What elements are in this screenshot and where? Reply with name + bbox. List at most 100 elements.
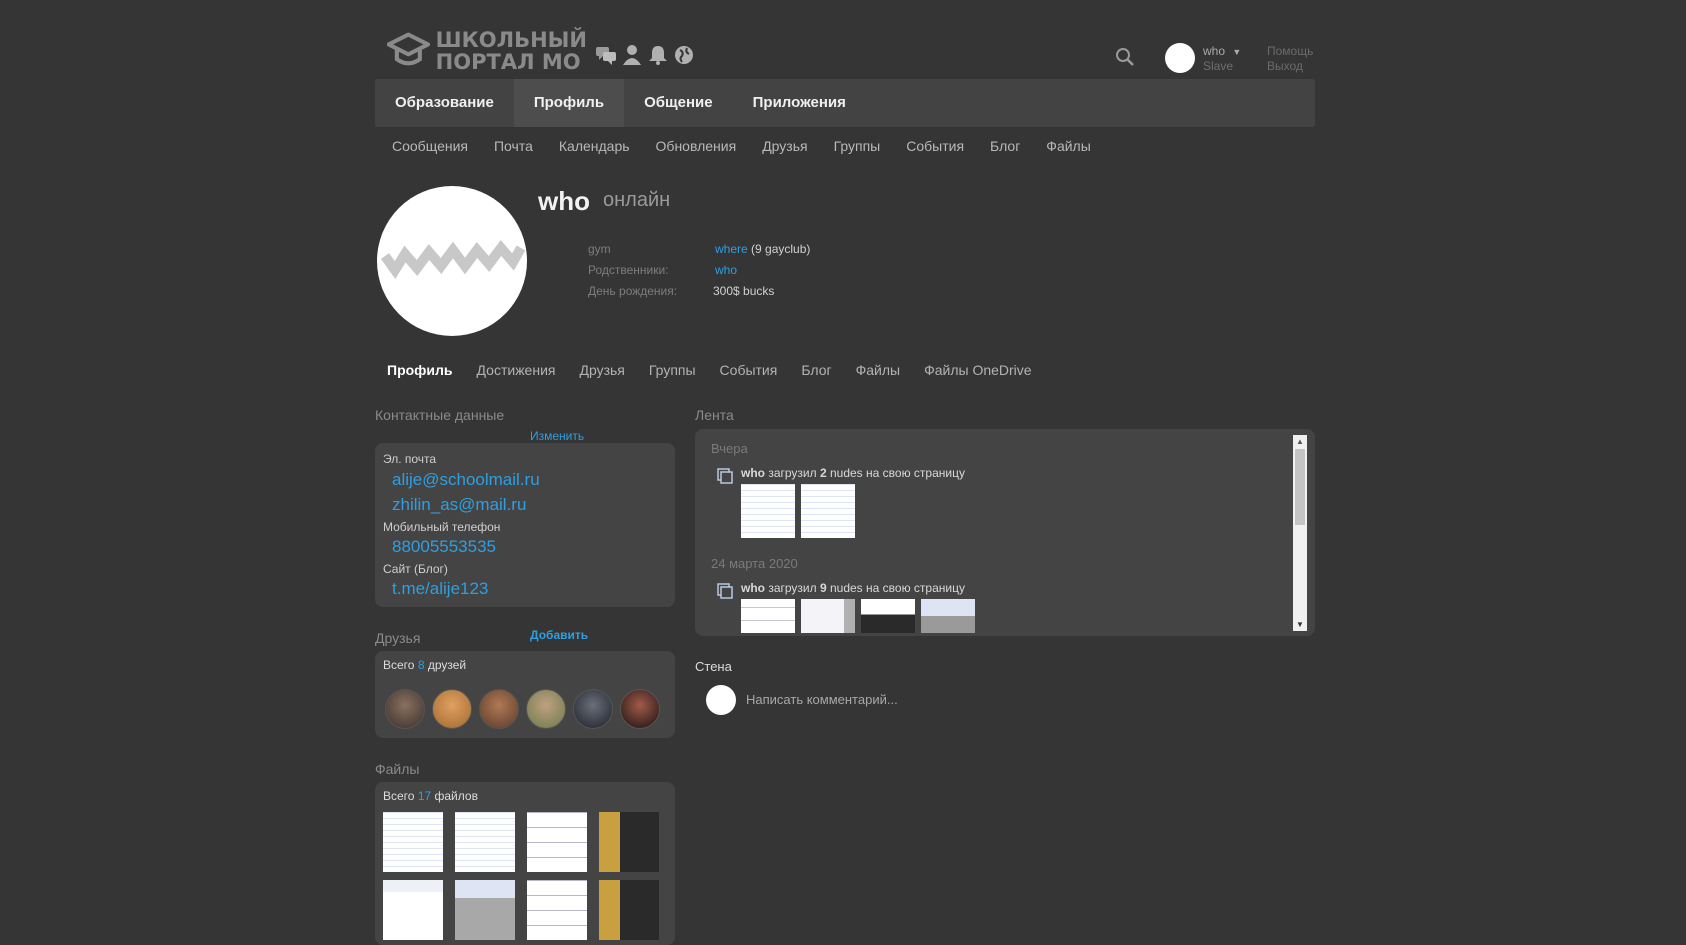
feed-thumbnail[interactable] <box>801 484 855 538</box>
user-avatar[interactable] <box>1165 43 1195 73</box>
feed-entry-text: who загрузил 9 nudes на свою страницу <box>741 581 965 595</box>
site-logo[interactable]: ШКОЛЬНЫЙ ПОРТАЛ МО <box>387 26 587 76</box>
logo-line1: ШКОЛЬНЫЙ <box>435 28 587 52</box>
logout-link[interactable]: Выход <box>1267 59 1303 73</box>
info-link-where[interactable]: where <box>715 242 748 256</box>
info-key: Родственники: <box>588 263 669 277</box>
comment-input[interactable] <box>746 692 1146 707</box>
phone-link[interactable]: 88005553535 <box>392 537 496 557</box>
tab-profile[interactable]: Профиль <box>375 362 465 378</box>
main-nav-communication[interactable]: Общение <box>624 79 733 127</box>
feed-thumbnail[interactable] <box>861 599 915 633</box>
tab-blog[interactable]: Блог <box>789 362 843 378</box>
tab-groups[interactable]: Группы <box>637 362 708 378</box>
add-friend-button[interactable]: Добавить <box>530 628 588 642</box>
profile-status: онлайн <box>603 189 671 211</box>
file-thumbnail[interactable] <box>527 880 587 940</box>
contacts-title: Контактные данные <box>375 407 505 423</box>
feed-date: Вчера <box>711 441 748 456</box>
bell-icon[interactable] <box>647 44 669 66</box>
file-thumbnail[interactable] <box>383 812 443 872</box>
subnav-mail[interactable]: Почта <box>494 138 533 154</box>
friend-avatar[interactable] <box>620 689 660 729</box>
profile-tabs: Профиль Достижения Друзья Группы События… <box>375 362 1044 378</box>
friend-avatar[interactable] <box>385 689 425 729</box>
user-menu[interactable]: who ▼ <box>1203 44 1241 58</box>
subnav-groups[interactable]: Группы <box>834 138 881 154</box>
feed-thumbnail[interactable] <box>741 484 795 538</box>
feed-thumbnail[interactable] <box>921 599 975 633</box>
user-role: Slave <box>1203 59 1234 73</box>
subnav-messages[interactable]: Сообщения <box>392 138 468 154</box>
comment-avatar <box>706 685 736 715</box>
site-label: Сайт (Блог) <box>383 562 448 576</box>
tab-friends[interactable]: Друзья <box>567 362 636 378</box>
help-link[interactable]: Помощь <box>1267 44 1313 58</box>
file-thumbnail[interactable] <box>383 880 443 940</box>
file-thumbnail[interactable] <box>455 880 515 940</box>
profile-name: who <box>538 186 590 216</box>
subnav-updates[interactable]: Обновления <box>656 138 737 154</box>
wall-title: Стена <box>695 659 732 674</box>
profile-avatar[interactable] <box>377 186 527 336</box>
files-title: Файлы <box>375 761 420 777</box>
feed-thumbnail[interactable] <box>741 599 795 633</box>
tab-achievements[interactable]: Достижения <box>465 362 568 378</box>
file-thumbnail[interactable] <box>599 880 659 940</box>
feed-title: Лента <box>695 407 734 423</box>
user-icon[interactable] <box>621 44 643 66</box>
feed-scrollbar[interactable]: ▲ ▼ <box>1293 435 1307 631</box>
graduation-cap-icon <box>387 32 430 66</box>
main-nav-profile[interactable]: Профиль <box>513 79 625 127</box>
file-thumbnail[interactable] <box>455 812 515 872</box>
feed-panel: Вчера who загрузил 2 nudes на свою стран… <box>695 429 1315 636</box>
contacts-edit-link[interactable]: Изменить <box>530 429 584 443</box>
chat-icon[interactable] <box>595 44 617 66</box>
subnav-events[interactable]: События <box>906 138 964 154</box>
friends-title: Друзья <box>375 630 421 646</box>
scroll-down-icon[interactable]: ▼ <box>1296 620 1304 629</box>
main-nav-education[interactable]: Образование <box>375 79 514 127</box>
files-panel: Всего 17 файлов <box>375 782 675 945</box>
main-nav-apps[interactable]: Приложения <box>733 79 866 127</box>
site-link[interactable]: t.me/alije123 <box>392 579 488 599</box>
friend-avatar[interactable] <box>432 689 472 729</box>
friends-count-link[interactable]: 8 <box>418 658 425 672</box>
contacts-panel: Эл. почта alije@schoolmail.ru zhilin_as@… <box>375 443 675 607</box>
subnav-calendar[interactable]: Календарь <box>559 138 630 154</box>
subnav-files[interactable]: Файлы <box>1046 138 1090 154</box>
chevron-down-icon: ▼ <box>1232 47 1242 57</box>
search-icon[interactable] <box>1114 46 1136 68</box>
scroll-up-icon[interactable]: ▲ <box>1296 437 1304 446</box>
zigzag-image <box>380 240 526 279</box>
files-total: Всего 17 файлов <box>383 789 478 803</box>
email-label: Эл. почта <box>383 452 437 466</box>
feed-user-link[interactable]: who <box>741 466 765 480</box>
tab-events[interactable]: События <box>708 362 790 378</box>
friend-avatar[interactable] <box>479 689 519 729</box>
friend-avatar[interactable] <box>526 689 566 729</box>
subnav-friends[interactable]: Друзья <box>762 138 807 154</box>
globe-icon[interactable] <box>673 44 695 66</box>
file-thumbnail[interactable] <box>527 812 587 872</box>
friends-total: Всего 8 друзей <box>383 658 467 672</box>
tab-files[interactable]: Файлы <box>844 362 912 378</box>
phone-label: Мобильный телефон <box>383 520 501 534</box>
feed-content: Вчера who загрузил 2 nudes на свою стран… <box>695 429 1293 636</box>
info-extra: (9 gayclub) <box>747 242 811 256</box>
scroll-thumb[interactable] <box>1295 449 1305 525</box>
file-thumbnail[interactable] <box>599 812 659 872</box>
info-link-relative[interactable]: who <box>715 263 737 277</box>
logo-line2: ПОРТАЛ МО <box>435 50 581 74</box>
user-name: who <box>1203 44 1226 58</box>
email-link-2[interactable]: zhilin_as@mail.ru <box>392 495 526 515</box>
tab-onedrive[interactable]: Файлы OneDrive <box>912 362 1044 378</box>
email-link-1[interactable]: alije@schoolmail.ru <box>392 470 540 490</box>
subnav-blog[interactable]: Блог <box>990 138 1020 154</box>
friends-panel: Всего 8 друзей <box>375 651 675 738</box>
friend-avatar[interactable] <box>573 689 613 729</box>
files-count-link[interactable]: 17 <box>418 789 431 803</box>
feed-thumbnail[interactable] <box>801 599 855 633</box>
feed-date: 24 марта 2020 <box>711 556 798 571</box>
feed-user-link[interactable]: who <box>741 581 765 595</box>
